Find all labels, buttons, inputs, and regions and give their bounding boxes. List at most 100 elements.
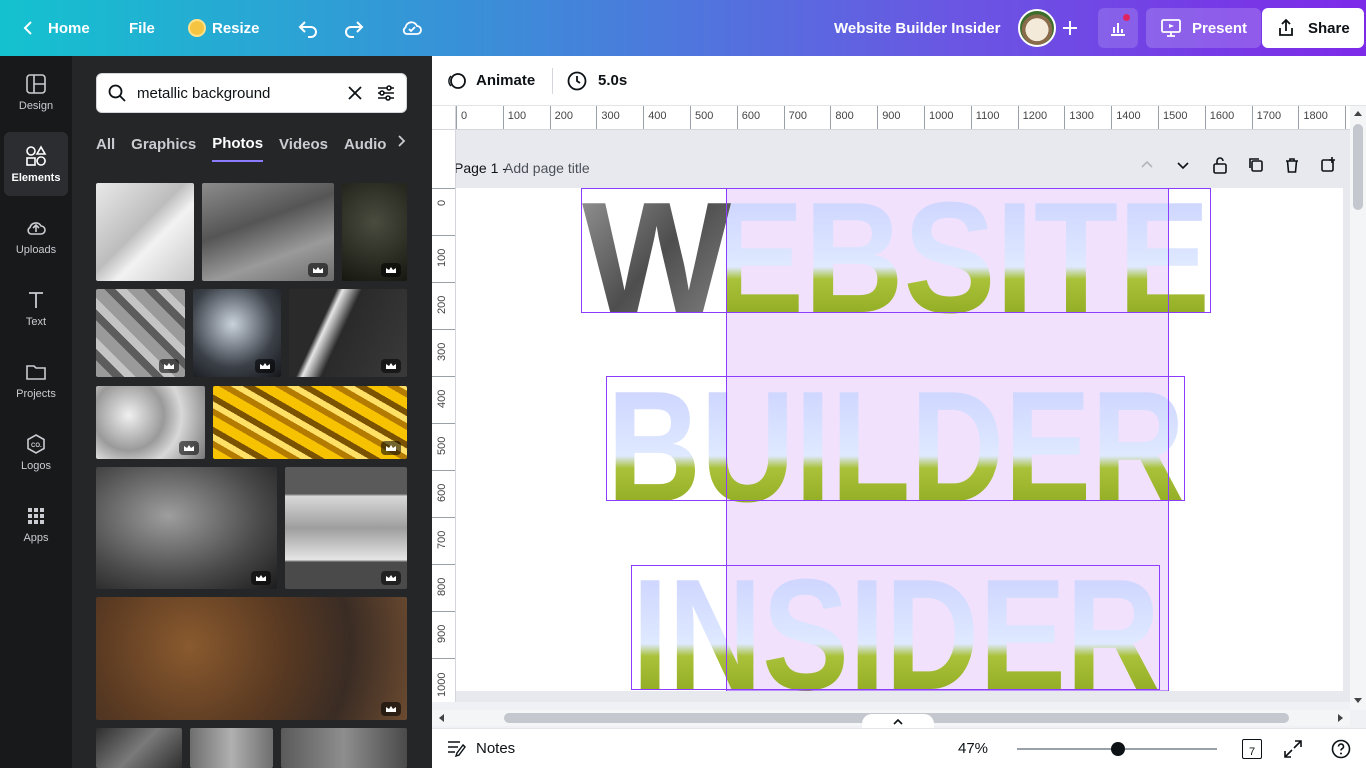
- ruler-tick: 1300: [1064, 106, 1094, 129]
- duration-button[interactable]: 5.0s: [566, 70, 627, 92]
- chevron-up-icon: [893, 718, 903, 725]
- photo-thumbnail[interactable]: [213, 386, 407, 459]
- photo-thumbnail[interactable]: [96, 183, 194, 281]
- share-icon: [1279, 18, 1293, 36]
- ruler-tick-label: 900: [882, 110, 901, 122]
- canvas-text-line[interactable]: INSIDER: [632, 547, 1160, 702]
- move-page-up-button[interactable]: [1140, 158, 1154, 172]
- photo-thumbnail[interactable]: [289, 289, 407, 377]
- ruler-tick-label: 300: [601, 110, 620, 122]
- photo-thumbnail[interactable]: [96, 386, 205, 459]
- photo-thumbnail[interactable]: [342, 183, 407, 281]
- tab-audio[interactable]: Audio: [344, 132, 387, 161]
- design-page[interactable]: WEBSITE W BUILDER INSIDER: [456, 170, 1343, 702]
- ruler-tick: 900: [432, 611, 455, 643]
- chevron-down-icon: [1177, 162, 1189, 170]
- ruler-tick: 300: [432, 329, 455, 361]
- design-title[interactable]: Website Builder Insider: [834, 0, 1000, 56]
- design-icon: [26, 73, 46, 94]
- photo-thumbnail[interactable]: [96, 289, 185, 377]
- filter-button[interactable]: [376, 83, 396, 103]
- photo-thumbnail[interactable]: [190, 728, 273, 768]
- delete-page-button[interactable]: [1284, 157, 1300, 173]
- photo-thumbnail[interactable]: [96, 467, 277, 589]
- photo-thumbnail[interactable]: [281, 728, 407, 768]
- zoom-value[interactable]: 47%: [958, 740, 988, 757]
- fullscreen-button[interactable]: [1283, 739, 1303, 759]
- undo-button[interactable]: [296, 0, 320, 56]
- photo-thumbnail[interactable]: [96, 597, 407, 720]
- clear-search-button[interactable]: [346, 84, 364, 102]
- add-page-button[interactable]: [1320, 157, 1336, 173]
- home-button[interactable]: Home: [18, 0, 90, 56]
- ruler-tick: 400: [643, 106, 667, 129]
- vertical-scroll-thumb[interactable]: [1353, 124, 1363, 210]
- help-button[interactable]: [1331, 739, 1351, 759]
- search-input[interactable]: [137, 84, 327, 102]
- tab-videos[interactable]: Videos: [279, 132, 328, 161]
- lock-page-button[interactable]: [1212, 156, 1228, 174]
- ruler-tick: 900: [877, 106, 901, 129]
- rail-item-uploads[interactable]: Uploads: [4, 204, 68, 268]
- duplicate-icon: [1249, 158, 1263, 172]
- rail-item-elements[interactable]: Elements: [4, 132, 68, 196]
- rail-item-text[interactable]: Text: [4, 276, 68, 340]
- tabs-scroll-right-button[interactable]: [394, 134, 408, 153]
- ruler-tick-label: 100: [507, 110, 527, 122]
- vertical-scrollbar[interactable]: [1350, 106, 1366, 710]
- rail-item-design[interactable]: Design: [4, 60, 68, 124]
- zoom-slider-track[interactable]: [1017, 742, 1217, 756]
- ruler-tick: 800: [432, 564, 455, 596]
- rail-label: Text: [25, 315, 47, 328]
- rail-item-logos[interactable]: CO. Logos: [4, 420, 68, 484]
- photo-thumbnail[interactable]: [96, 728, 182, 768]
- design-canvas: WEBSITE W BUILDER INSIDER: [581, 170, 1211, 702]
- zoom-slider-handle[interactable]: [1111, 742, 1125, 756]
- photo-thumbnail[interactable]: [285, 467, 407, 589]
- scroll-up-icon: [1354, 111, 1362, 116]
- search-box: [96, 73, 407, 113]
- redo-button[interactable]: [342, 0, 366, 56]
- crown-icon: [251, 571, 271, 585]
- resize-button[interactable]: Resize: [188, 0, 260, 56]
- page-controls: [1140, 156, 1336, 174]
- page-title-input[interactable]: Add page title: [504, 160, 590, 176]
- page-count-button[interactable]: 7: [1242, 739, 1262, 759]
- ruler-tick: 1000: [432, 658, 455, 697]
- photo-thumbnail[interactable]: [193, 289, 281, 377]
- rail-label: Logos: [21, 459, 51, 472]
- ruler-tick-label: 1100: [975, 110, 1000, 122]
- add-collaborator-button[interactable]: [1060, 0, 1080, 56]
- rail-label: Elements: [11, 171, 61, 184]
- photo-thumbnail[interactable]: [202, 183, 334, 281]
- ruler-tick: 0: [456, 106, 467, 129]
- insights-button[interactable]: [1098, 0, 1138, 56]
- save-status-button[interactable]: [400, 0, 424, 56]
- tab-photos[interactable]: Photos: [212, 131, 264, 162]
- rail-item-projects[interactable]: Projects: [4, 348, 68, 412]
- user-avatar-button[interactable]: [1018, 0, 1056, 56]
- duplicate-page-button[interactable]: [1248, 157, 1264, 173]
- animate-icon: [448, 72, 466, 89]
- tab-graphics[interactable]: Graphics: [131, 132, 196, 161]
- crown-icon: [381, 359, 401, 373]
- tab-all[interactable]: All: [96, 132, 115, 161]
- toolbar-divider: [552, 67, 553, 94]
- ruler-tick-label: 1300: [1069, 110, 1094, 122]
- canvas-text-line[interactable]: BUILDER: [607, 359, 1185, 535]
- ruler-tick-label: 700: [436, 530, 448, 549]
- trash-icon: [1286, 158, 1298, 173]
- avatar: [1018, 9, 1056, 47]
- help-icon: [1331, 739, 1351, 759]
- file-menu[interactable]: File: [129, 0, 155, 56]
- chevron-right-icon: [398, 135, 406, 147]
- left-rail: Design Elements Uploads Text Projects CO…: [0, 56, 72, 768]
- ruler-tick-label: 0: [436, 199, 448, 206]
- notes-button[interactable]: Notes: [446, 739, 515, 757]
- move-page-down-button[interactable]: [1176, 158, 1190, 172]
- animate-button[interactable]: Animate: [446, 70, 535, 92]
- ruler-tick-label: 1500: [1163, 110, 1188, 122]
- rail-item-apps[interactable]: Apps: [4, 492, 68, 556]
- share-button[interactable]: Share: [1262, 0, 1364, 56]
- present-button[interactable]: Present: [1146, 0, 1262, 56]
